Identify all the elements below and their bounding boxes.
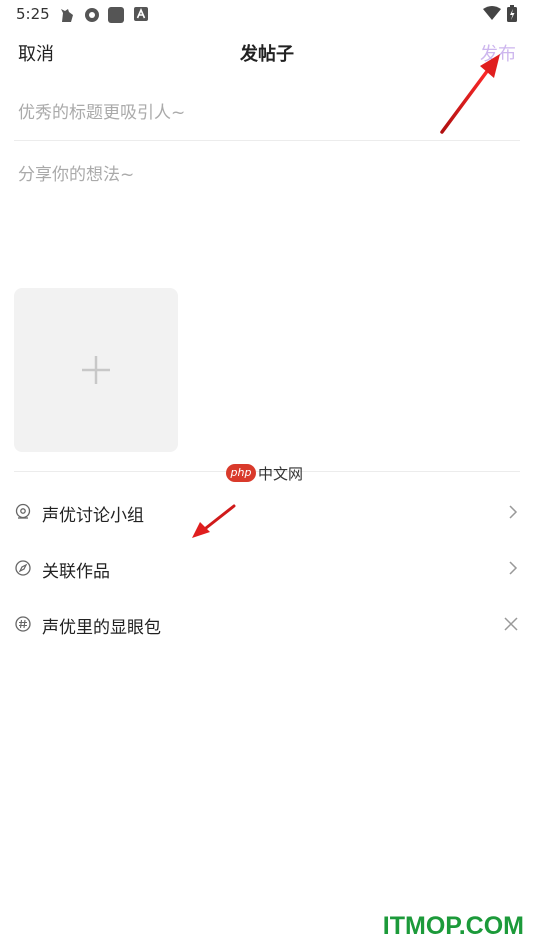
watermark-text: 中文网	[258, 465, 304, 483]
title-divider	[14, 140, 520, 141]
option-label: 声优讨论小组	[42, 506, 144, 526]
group-icon	[15, 503, 31, 519]
annotation-arrow-group	[192, 504, 236, 538]
battery-icon	[507, 5, 517, 22]
status-bar: 5:25	[0, 0, 534, 28]
site-logo: ITMOP.COM	[382, 912, 524, 940]
option-row-group[interactable]: 声优讨论小组	[0, 484, 534, 540]
add-image-button[interactable]	[14, 288, 178, 452]
cat-notification-icon	[61, 9, 73, 22]
option-label: 关联作品	[42, 562, 110, 582]
hexagon-app-icon	[85, 8, 99, 22]
close-icon[interactable]	[504, 617, 518, 631]
status-time: 5:25	[16, 5, 50, 23]
plus-icon	[82, 356, 110, 384]
square-app-icon	[108, 7, 124, 23]
post-content-input[interactable]	[18, 160, 518, 270]
a-app-icon	[134, 7, 148, 21]
watermark-badge: php	[226, 464, 256, 482]
compass-icon	[15, 560, 31, 576]
wifi-icon	[483, 6, 501, 20]
annotation-arrow-publish	[440, 54, 500, 134]
option-row-topic[interactable]: 声优里的显眼包	[0, 596, 534, 652]
hashtag-icon	[15, 616, 31, 632]
option-label: 声优里的显眼包	[42, 618, 161, 638]
option-row-related-work[interactable]: 关联作品	[0, 540, 534, 596]
chevron-right-icon	[509, 505, 518, 519]
chevron-right-icon	[509, 561, 518, 575]
